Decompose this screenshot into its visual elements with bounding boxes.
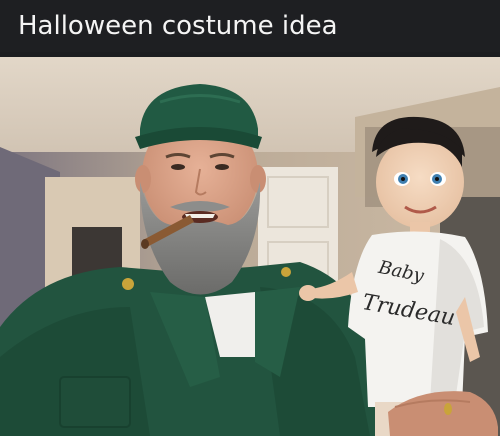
right-ear	[250, 165, 266, 193]
cigar-tip	[141, 239, 149, 249]
doll-left-hand	[299, 285, 317, 301]
doll-left-pupil	[401, 177, 405, 181]
meme-post: Halloween costume idea Baby Trudeau	[0, 0, 500, 436]
chest-pocket	[59, 376, 131, 428]
photo-illustration: Baby Trudeau	[0, 57, 500, 436]
right-eye	[215, 164, 229, 170]
jacket-button-left	[122, 278, 134, 290]
jacket-button-right	[281, 267, 291, 277]
caption-bar: Halloween costume idea	[0, 0, 500, 52]
wedding-ring	[444, 403, 452, 415]
costume-photo[interactable]: Baby Trudeau	[0, 57, 500, 436]
post-caption: Halloween costume idea	[18, 11, 338, 41]
left-eye	[171, 164, 185, 170]
left-ear	[135, 165, 151, 193]
doll-right-pupil	[435, 177, 439, 181]
